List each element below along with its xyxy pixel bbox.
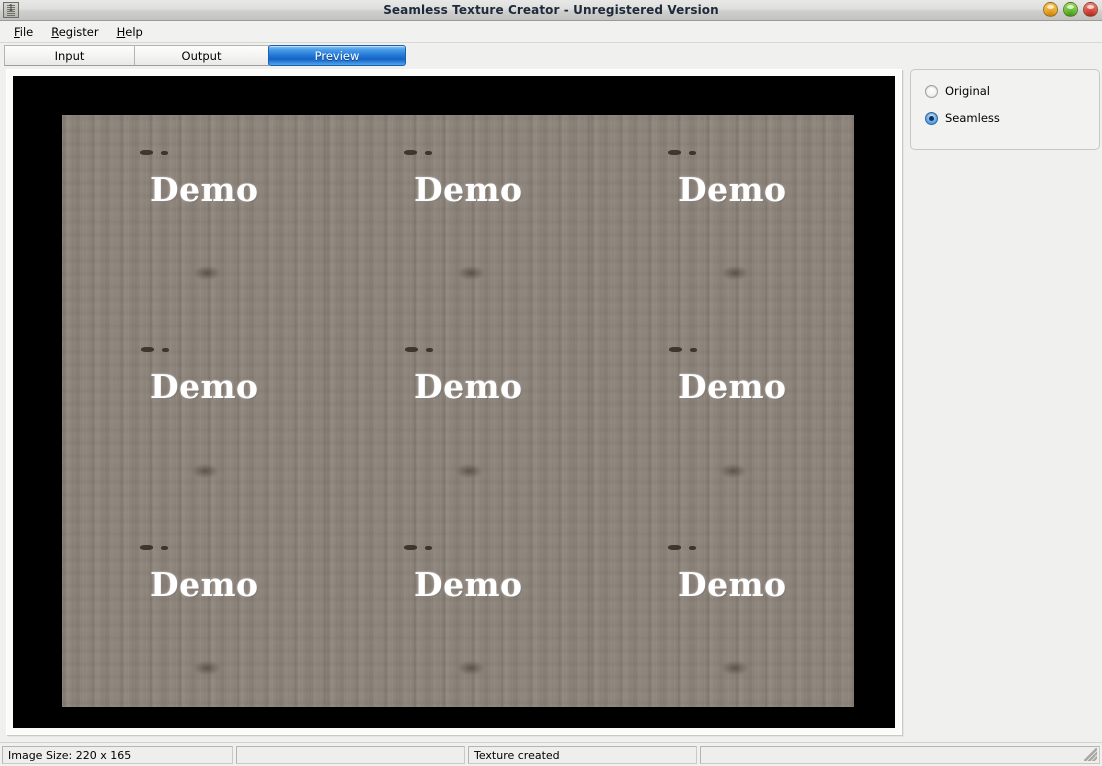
wood-speck xyxy=(668,150,681,155)
wood-knot xyxy=(192,660,222,676)
wood-speck xyxy=(425,151,432,155)
app-icon xyxy=(3,2,19,18)
radio-seamless-label: Seamless xyxy=(945,111,1000,125)
wood-speck xyxy=(404,545,417,550)
menu-mnemonic-register: R xyxy=(51,24,59,39)
application-window: Seamless Texture Creator - Unregistered … xyxy=(0,0,1102,766)
status-panel-secondary xyxy=(236,746,465,764)
wood-knot xyxy=(456,660,486,676)
close-button[interactable] xyxy=(1083,2,1098,17)
main-content: Demo Demo Demo Demo Demo Demo Demo Demo … xyxy=(0,69,1102,742)
menu-bar: File Register Help xyxy=(0,21,1102,43)
wood-knot xyxy=(192,265,222,281)
tab-preview[interactable]: Preview xyxy=(268,45,406,66)
maximize-button[interactable] xyxy=(1063,2,1078,17)
radio-option-original[interactable]: Original xyxy=(925,80,1099,102)
watermark-demo: Demo xyxy=(414,565,523,604)
wood-speck xyxy=(689,151,696,155)
watermark-demo: Demo xyxy=(678,170,787,209)
wood-knot xyxy=(720,660,750,676)
wood-knot xyxy=(456,265,486,281)
wood-speck xyxy=(161,151,168,155)
tab-output[interactable]: Output xyxy=(135,45,269,66)
radio-option-seamless[interactable]: Seamless xyxy=(925,107,1099,129)
wood-speck xyxy=(161,546,168,550)
preview-frame: Demo Demo Demo Demo Demo Demo Demo Demo … xyxy=(6,69,902,735)
watermark-demo: Demo xyxy=(150,565,259,604)
wood-speck xyxy=(140,150,153,155)
wood-knot xyxy=(720,265,750,281)
resize-grip-icon[interactable] xyxy=(1084,748,1097,761)
menu-label-file: ile xyxy=(19,24,34,39)
radio-original-icon[interactable] xyxy=(925,84,938,98)
wood-speck xyxy=(140,545,153,550)
wood-knot xyxy=(718,463,748,479)
wood-speck xyxy=(689,546,696,550)
watermark-demo: Demo xyxy=(414,367,523,406)
wood-speck xyxy=(141,347,154,352)
status-bar: Image Size: 220 x 165 Texture created xyxy=(0,742,1102,766)
watermark-demo: Demo xyxy=(150,170,259,209)
status-panel-message: Texture created xyxy=(468,746,697,764)
wood-knot xyxy=(190,463,220,479)
tab-input[interactable]: Input xyxy=(4,45,135,66)
wood-speck xyxy=(669,347,682,352)
wood-knot xyxy=(454,463,484,479)
menu-mnemonic-help: H xyxy=(116,24,126,39)
wood-speck xyxy=(690,348,697,352)
menu-item-help[interactable]: Help xyxy=(117,23,153,41)
texture-tiling-area: Demo Demo Demo Demo Demo Demo Demo Demo … xyxy=(62,115,854,707)
watermark-demo: Demo xyxy=(678,565,787,604)
radio-seamless-icon[interactable] xyxy=(925,111,938,125)
status-panel-image-size: Image Size: 220 x 165 xyxy=(2,746,233,764)
watermark-demo: Demo xyxy=(678,367,787,406)
preview-canvas[interactable]: Demo Demo Demo Demo Demo Demo Demo Demo … xyxy=(13,76,895,728)
title-bar[interactable]: Seamless Texture Creator - Unregistered … xyxy=(0,0,1102,21)
menu-label-register: egister xyxy=(58,24,99,39)
wood-speck xyxy=(668,545,681,550)
window-title: Seamless Texture Creator - Unregistered … xyxy=(383,3,719,17)
view-mode-options-panel: Original Seamless xyxy=(910,69,1100,150)
menu-label-help: elp xyxy=(125,24,143,39)
tab-bar: Input Output Preview xyxy=(0,43,1102,69)
radio-original-label: Original xyxy=(945,84,991,98)
menu-item-register[interactable]: Register xyxy=(51,23,108,41)
wood-speck xyxy=(425,546,432,550)
wood-speck xyxy=(162,348,169,352)
window-controls xyxy=(1043,2,1098,17)
menu-item-file[interactable]: File xyxy=(14,23,43,41)
minimize-button[interactable] xyxy=(1043,2,1058,17)
watermark-demo: Demo xyxy=(150,367,259,406)
watermark-demo: Demo xyxy=(414,170,523,209)
status-panel-spacer xyxy=(700,746,1100,764)
wood-speck xyxy=(405,347,418,352)
wood-speck xyxy=(404,150,417,155)
wood-speck xyxy=(426,348,433,352)
